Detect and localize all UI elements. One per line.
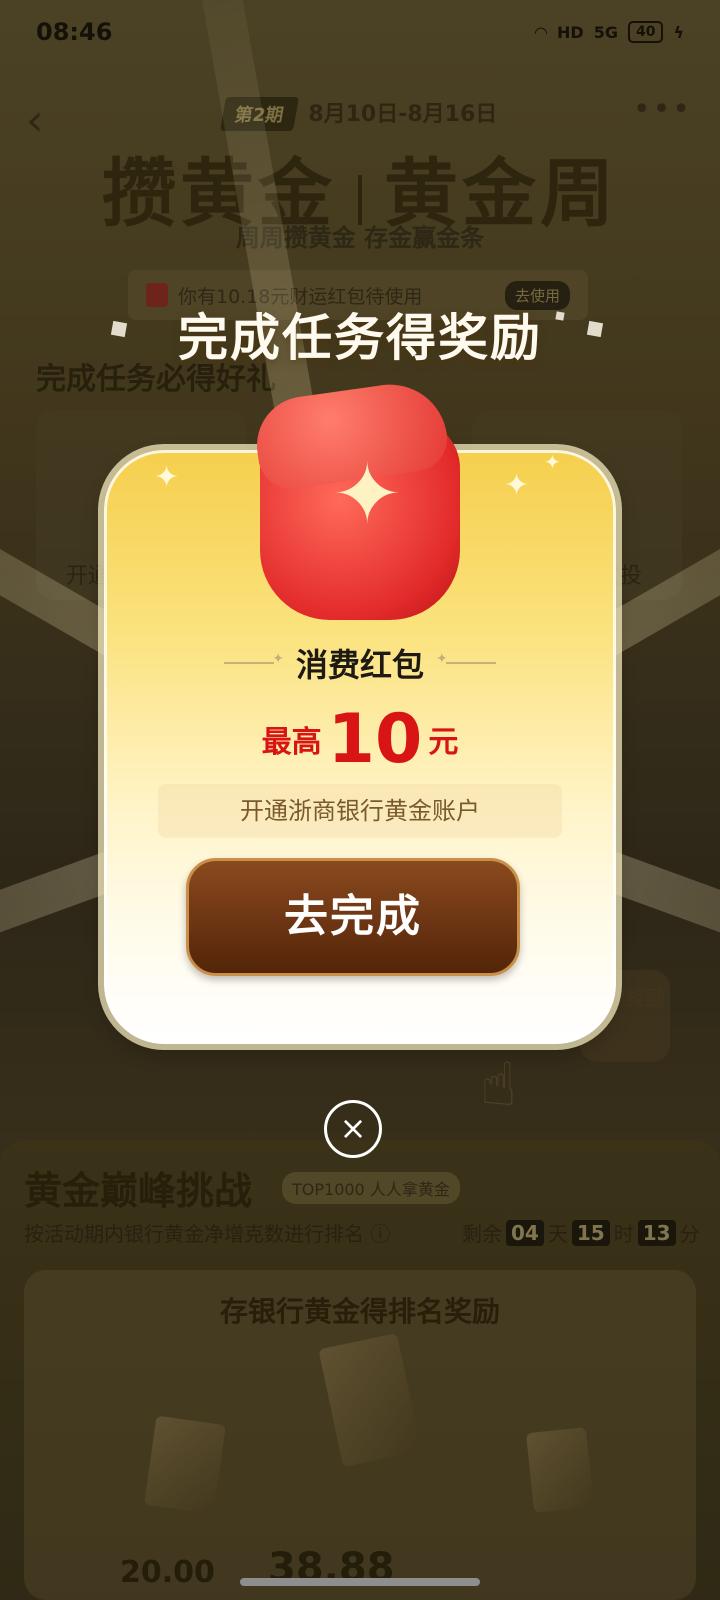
decorative-line-right xyxy=(436,651,496,667)
complete-task-button[interactable]: 去完成 xyxy=(186,858,520,976)
red-packet-icon: ✦ xyxy=(250,377,460,620)
screen: 08:46 ◠ HD 5G 40 ϟ ‹ ••• 第2期 8月10日-8月16日… xyxy=(0,0,720,1600)
modal-title: 完成任务得奖励 xyxy=(178,309,542,367)
amount-value: 10 xyxy=(327,700,423,779)
confetti-decoration xyxy=(555,311,565,321)
task-condition: 开通浙商银行黄金账户 xyxy=(158,784,562,838)
sparkle-icon: ✦ xyxy=(154,460,180,495)
amount-unit: 元 xyxy=(428,725,459,760)
reward-name-row: 消费红包 xyxy=(0,640,720,686)
confetti-decoration xyxy=(110,320,128,338)
sparkle-icon: ✦ xyxy=(504,468,530,503)
sparkle-icon: ✦ xyxy=(544,450,561,474)
reward-amount: 最高10 元 xyxy=(0,700,720,779)
close-icon[interactable]: × xyxy=(324,1100,382,1158)
amount-prefix: 最高 xyxy=(261,725,322,760)
star-icon: ✦ xyxy=(332,445,403,543)
confetti-decoration xyxy=(586,320,604,338)
reward-name: 消费红包 xyxy=(295,646,424,684)
decorative-line-left xyxy=(223,651,284,667)
